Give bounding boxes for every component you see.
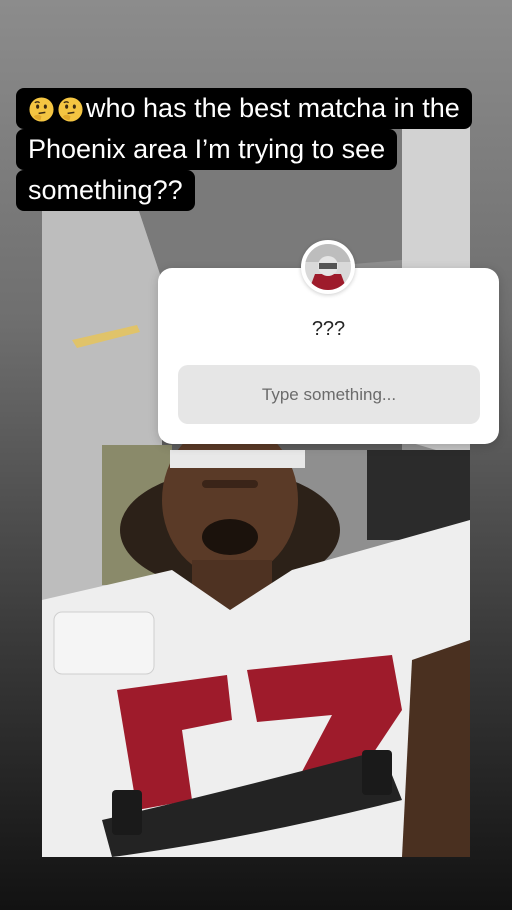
answer-input[interactable] — [178, 365, 480, 424]
caption-line-1: who has the best matcha in the — [16, 88, 472, 129]
caption-line-3: something?? — [16, 170, 195, 211]
caption-text-line-1: who has the best matcha in the — [86, 93, 460, 123]
sticker-question: ??? — [311, 318, 346, 340]
story-photo — [42, 100, 470, 857]
caption-text-line-3: something?? — [28, 175, 183, 205]
caption-text-line-2: Phoenix area I’m trying to see — [28, 134, 386, 164]
thinking-face-icon — [58, 97, 83, 122]
avatar-image — [305, 244, 351, 290]
avatar — [301, 240, 355, 294]
story-caption: who has the best matcha in the Phoenix a… — [16, 88, 472, 211]
thinking-face-icon — [29, 97, 54, 122]
caption-line-2: Phoenix area I’m trying to see — [16, 129, 398, 170]
question-sticker[interactable]: ??? — [158, 240, 499, 444]
